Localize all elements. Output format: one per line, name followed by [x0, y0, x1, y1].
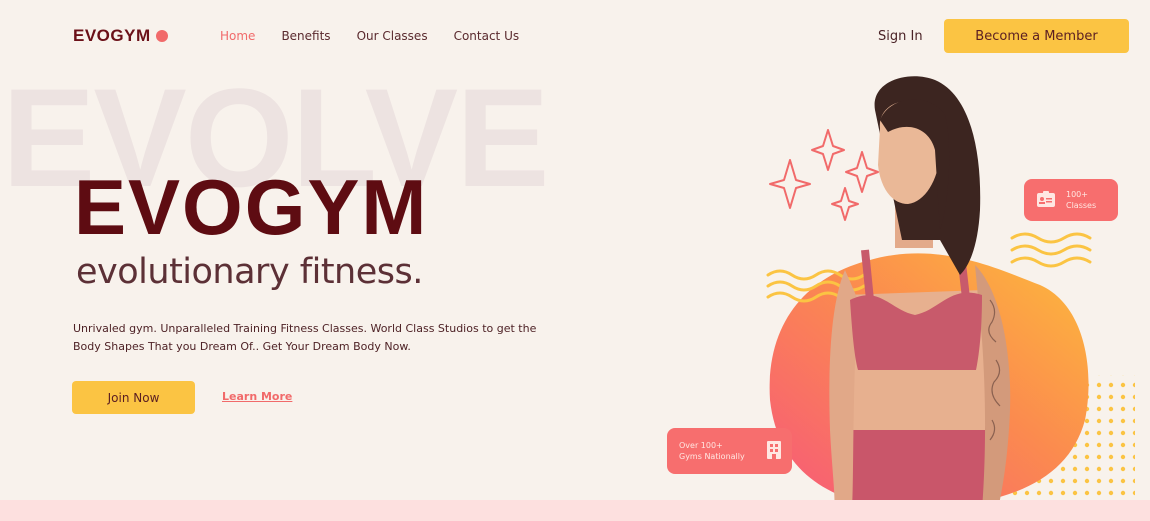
sign-in-link[interactable]: Sign In	[878, 29, 923, 44]
logo[interactable]: EVOGYM	[73, 26, 168, 46]
nav-contact-us[interactable]: Contact Us	[454, 29, 520, 43]
building-icon	[766, 440, 782, 463]
sparkle-icons	[769, 129, 879, 221]
wavy-lines-right	[1010, 232, 1092, 268]
classes-badge-text: 100+ Classes	[1066, 189, 1096, 211]
gyms-label: Gyms Nationally	[679, 452, 745, 461]
nav-our-classes[interactable]: Our Classes	[357, 29, 428, 43]
hero-description: Unrivaled gym. Unparalleled Training Fit…	[73, 322, 537, 353]
woman-figure	[829, 76, 1011, 521]
gyms-badge-text: Over 100+ Gyms Nationally	[679, 440, 745, 462]
gyms-badge: Over 100+ Gyms Nationally	[667, 428, 792, 474]
hero-subtitle: evolutionary fitness.	[76, 252, 423, 292]
logo-dot-icon	[155, 30, 168, 42]
become-member-button[interactable]: Become a Member	[944, 19, 1129, 53]
main-nav: Home Benefits Our Classes Contact Us	[220, 29, 519, 43]
gyms-count: Over 100+	[679, 441, 723, 450]
landing-page: EVOGYM Home Benefits Our Classes Contact…	[0, 0, 1150, 521]
join-now-button[interactable]: Join Now	[72, 381, 195, 414]
id-card-icon	[1036, 190, 1056, 211]
nav-benefits[interactable]: Benefits	[281, 29, 330, 43]
logo-text: EVOGYM	[73, 26, 151, 45]
classes-label: Classes	[1066, 201, 1097, 210]
hero-title: EVOGYM	[74, 163, 429, 251]
classes-count: 100+	[1066, 190, 1088, 199]
nav-home[interactable]: Home	[220, 29, 255, 43]
learn-more-link[interactable]: Learn More	[222, 390, 292, 403]
bottom-strip	[0, 500, 1150, 521]
classes-badge: 100+ Classes	[1024, 179, 1118, 221]
